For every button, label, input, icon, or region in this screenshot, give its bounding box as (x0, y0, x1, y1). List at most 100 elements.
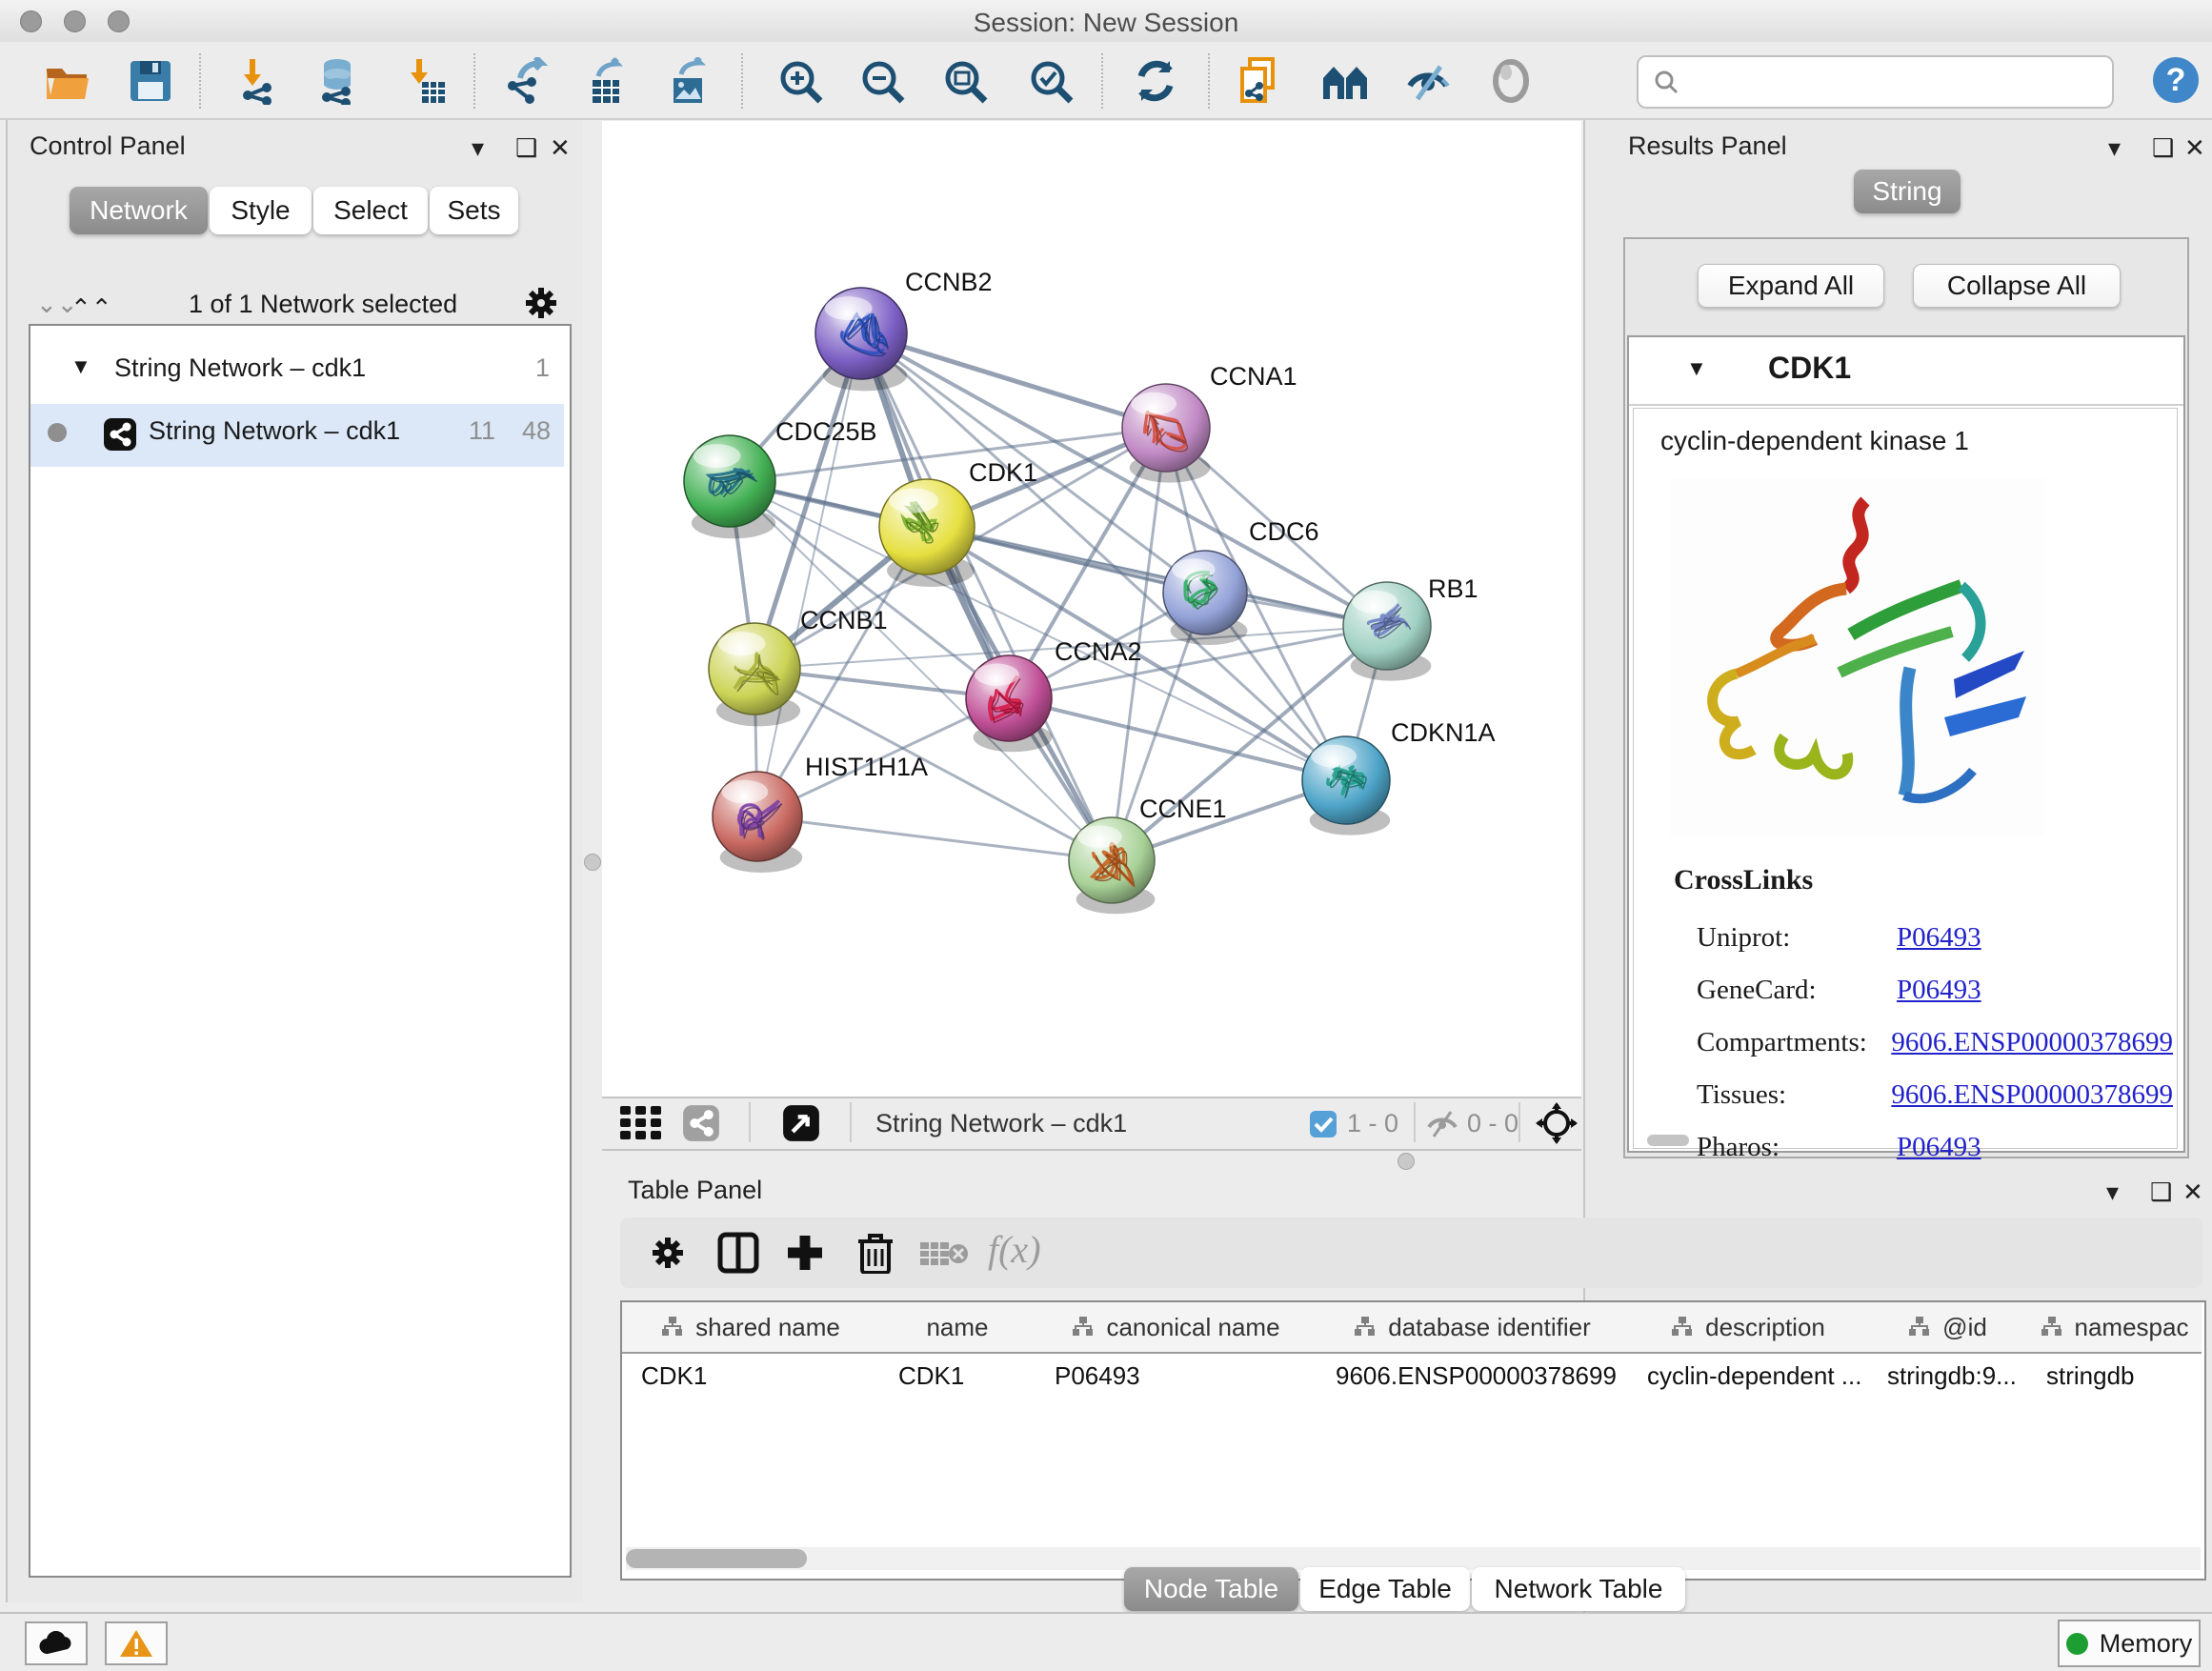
tab-node-table[interactable]: Node Table (1124, 1567, 1298, 1611)
zoom-in-icon[interactable] (776, 57, 824, 105)
memory-button[interactable]: Memory (2058, 1620, 2201, 1667)
node-HIST1H1A[interactable] (713, 772, 802, 873)
import-network-icon[interactable] (234, 57, 282, 105)
add-column-icon[interactable] (784, 1232, 826, 1274)
node-CDKN1A[interactable] (1302, 736, 1390, 836)
detach-view-icon[interactable] (782, 1104, 820, 1142)
zoom-out-icon[interactable] (858, 57, 906, 105)
table-settings-gear-icon[interactable] (649, 1234, 687, 1272)
control-panel-close-icon[interactable]: ✕ (550, 133, 571, 163)
edge-HIST1H1A-CCNE1[interactable] (757, 816, 1112, 860)
refresh-icon[interactable] (1132, 57, 1179, 105)
section-collapse-icon[interactable]: ▼ (1686, 356, 1707, 381)
collapse-all-button[interactable]: Collapse All (1913, 264, 2121, 308)
column-header-canonical-name[interactable]: canonical name (1036, 1302, 1317, 1354)
mini-scrollbar[interactable] (1647, 1135, 1689, 1146)
column-header-shared-name[interactable]: shared name (622, 1302, 879, 1354)
tab-sets[interactable]: Sets (430, 187, 518, 234)
column-header-label: namespac (2075, 1313, 2189, 1342)
zoom-selected-icon[interactable] (1027, 57, 1075, 105)
expand-all-button[interactable]: Expand All (1698, 264, 1884, 308)
results-panel-float-icon[interactable]: ❑ (2152, 133, 2174, 163)
tab-edge-table[interactable]: Edge Table (1300, 1567, 1470, 1611)
export-image-icon[interactable] (666, 57, 714, 105)
export-network-icon[interactable] (501, 57, 549, 105)
node-CDC6[interactable] (1163, 551, 1247, 645)
gear-icon[interactable] (522, 284, 560, 322)
edge-CCNB2-CCNA1[interactable] (861, 333, 1166, 428)
column-header-namespac[interactable]: namespac (2027, 1302, 2202, 1354)
delete-trash-icon[interactable] (855, 1230, 896, 1274)
tab-string[interactable]: String (1854, 170, 1961, 213)
node-CDC25B[interactable] (684, 435, 775, 538)
table-cell[interactable]: stringdb:9... (1887, 1354, 2023, 1399)
help-icon[interactable]: ? (2151, 55, 2201, 105)
node-CCNB2[interactable] (815, 288, 907, 391)
tab-network[interactable]: Network (70, 187, 208, 234)
edge-CCNB2-CCNE1[interactable] (861, 333, 1112, 860)
warning-button[interactable] (105, 1621, 168, 1665)
search-input[interactable] (1637, 55, 2114, 109)
control-panel-float-icon[interactable]: ❑ (515, 133, 537, 163)
show-columns-icon[interactable] (717, 1232, 759, 1274)
column-header-description[interactable]: description (1628, 1302, 1868, 1354)
node-CCNA2[interactable] (966, 655, 1052, 752)
table-cell[interactable]: CDK1 (641, 1354, 875, 1399)
table-cell[interactable]: P06493 (1055, 1354, 1313, 1399)
section-header[interactable]: ▼ CDK1 (1629, 337, 2183, 406)
node-CCNB1[interactable] (709, 623, 800, 726)
crosslink-value-link[interactable]: 9606.ENSP00000378699 (1891, 1027, 2173, 1058)
node-CCNA1[interactable] (1122, 384, 1210, 483)
zoom-fit-icon[interactable] (941, 57, 989, 105)
results-panel-close-icon[interactable]: ✕ (2184, 133, 2205, 163)
tab-style[interactable]: Style (210, 187, 312, 234)
selected-checkbox-icon[interactable] (1309, 1110, 1337, 1138)
status-bar: Memory (0, 1612, 2212, 1671)
tab-select[interactable]: Select (313, 187, 428, 234)
control-panel-menu-icon[interactable]: ▾ (472, 133, 484, 163)
scrollbar-thumb[interactable] (626, 1549, 807, 1568)
crosslink-value-link[interactable]: P06493 (1897, 975, 1981, 1006)
table-cell[interactable]: CDK1 (898, 1354, 1032, 1399)
expand-all-icon[interactable]: ⌃⌃ (70, 293, 112, 323)
show-all-icon[interactable] (1487, 57, 1535, 105)
crosslink-value-link[interactable]: P06493 (1897, 1132, 1981, 1163)
results-panel-menu-icon[interactable]: ▾ (2108, 133, 2121, 163)
hide-selected-icon[interactable] (1404, 57, 1452, 105)
network-canvas[interactable]: CCNB2CCNA1CDC25BCDK1CDC6RB1CCNB1CCNA2CDK… (602, 121, 1581, 1097)
left-splitter-handle[interactable] (584, 854, 601, 871)
first-neighbors-icon[interactable] (1321, 57, 1369, 105)
open-session-icon[interactable] (43, 57, 90, 105)
export-table-icon[interactable] (583, 57, 631, 105)
table-cell[interactable]: cyclin-dependent ... (1647, 1354, 1864, 1399)
share-view-icon[interactable] (682, 1104, 720, 1142)
table-panel-close-icon[interactable]: ✕ (2182, 1178, 2203, 1207)
main-toolbar: ? (0, 42, 2212, 120)
table-cell[interactable]: 9606.ENSP00000378699 (1336, 1354, 1624, 1399)
crosslink-value-link[interactable]: 9606.ENSP00000378699 (1891, 1079, 2173, 1111)
column-header--id[interactable]: @id (1868, 1302, 2027, 1354)
node-CDK1[interactable] (879, 479, 975, 587)
crosslink-value-link[interactable]: P06493 (1897, 922, 1981, 954)
save-session-icon[interactable] (127, 57, 174, 105)
collapse-triangle-icon[interactable]: ▼ (70, 354, 91, 379)
column-header-database-identifier[interactable]: database identifier (1317, 1302, 1628, 1354)
grid-view-icon[interactable] (620, 1106, 664, 1140)
node-CCNE1[interactable] (1069, 817, 1155, 914)
network-group-row[interactable]: ▼ String Network – cdk1 1 (30, 341, 564, 404)
network-row-selected[interactable]: String Network – cdk1 11 48 (30, 404, 564, 467)
hidden-eye-icon[interactable] (1425, 1108, 1459, 1138)
edge-CCNB2-HIST1H1A[interactable] (757, 333, 861, 816)
tab-network-table[interactable]: Network Table (1472, 1567, 1685, 1611)
node-RB1[interactable] (1343, 582, 1431, 681)
cloud-button[interactable] (25, 1621, 88, 1665)
column-header-name[interactable]: name (879, 1302, 1036, 1354)
import-table-icon[interactable] (401, 57, 449, 105)
section-description: cyclin-dependent kinase 1 (1660, 426, 1969, 456)
table-cell[interactable]: stringdb (2046, 1354, 2198, 1399)
import-database-icon[interactable] (313, 57, 361, 105)
table-panel-float-icon[interactable]: ❑ (2150, 1178, 2172, 1207)
clone-network-icon[interactable] (1237, 57, 1284, 105)
birdseye-crosshair-icon[interactable] (1536, 1102, 1578, 1144)
table-panel-menu-icon[interactable]: ▾ (2106, 1178, 2119, 1207)
